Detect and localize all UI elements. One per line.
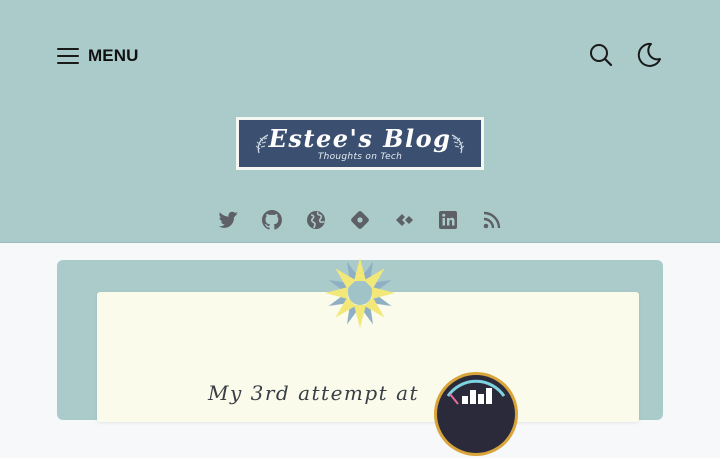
site-logo[interactable]: Estee's Blog Thoughts on Tech <box>236 117 484 170</box>
linkedin-icon[interactable] <box>436 208 460 232</box>
twitter-icon[interactable] <box>216 208 240 232</box>
tag-icon[interactable] <box>348 208 372 232</box>
rss-icon[interactable] <box>480 208 504 232</box>
logo-title: Estee's Blog <box>268 123 452 153</box>
social-links <box>216 208 506 232</box>
gitee-icon[interactable] <box>392 208 416 232</box>
featured-post-title[interactable]: My 3rd attempt at <box>208 381 419 405</box>
post-badge-icon <box>434 372 518 456</box>
logo-subtitle: Thoughts on Tech <box>317 151 403 162</box>
menu-button[interactable]: MENU <box>57 43 138 69</box>
leaf-icon <box>255 134 269 154</box>
globe-icon[interactable] <box>304 208 328 232</box>
github-icon[interactable] <box>260 208 284 232</box>
menu-label: MENU <box>88 46 139 65</box>
moon-icon[interactable] <box>636 42 662 68</box>
leaf-icon <box>451 134 465 154</box>
hamburger-icon <box>57 48 79 64</box>
flower-icon <box>325 258 395 328</box>
logo-banner: Estee's Blog Thoughts on Tech <box>239 120 481 167</box>
search-icon[interactable] <box>588 42 614 68</box>
site-header: MENU Estee's Blog Thoughts on Tech <box>0 0 720 243</box>
